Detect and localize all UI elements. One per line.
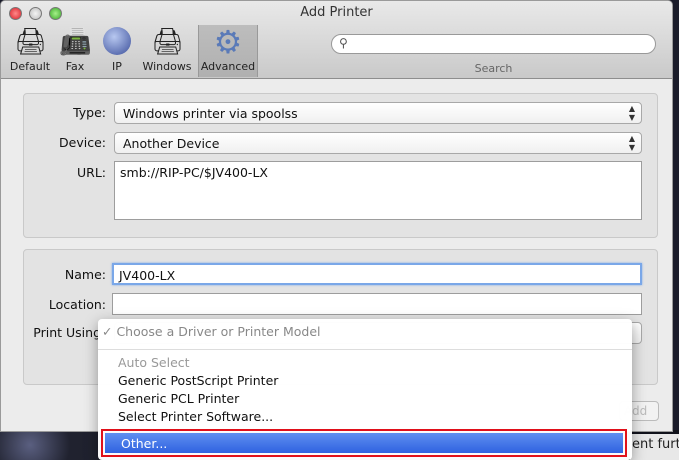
device-popup[interactable]: Another Device ▲ ▼ [114, 132, 642, 154]
print-using-menu: ✓ Choose a Driver or Printer Model Auto … [98, 319, 632, 460]
toolbar-fax[interactable]: 📠 Fax [57, 25, 93, 77]
toolbar-ip[interactable]: IP [99, 25, 135, 77]
type-popup[interactable]: Windows printer via spoolss ▲ ▼ [114, 102, 642, 124]
print-using-label: Print Using [33, 325, 101, 340]
menu-item-choose-driver[interactable]: ✓ Choose a Driver or Printer Model [102, 324, 321, 339]
search-icon: ⚲ [339, 36, 348, 50]
type-label: Type: [73, 105, 106, 120]
toolbar-default[interactable]: 🖨 Default [7, 25, 53, 77]
menu-item-generic-postscript[interactable]: Generic PostScript Printer [118, 373, 278, 388]
menu-item-select-software[interactable]: Select Printer Software... [118, 409, 273, 424]
location-label: Location: [48, 297, 106, 312]
search-input[interactable]: ⚲ [331, 34, 656, 54]
menu-item-auto-select: Auto Select [118, 355, 190, 370]
menu-item-generic-pcl[interactable]: Generic PCL Printer [118, 391, 239, 406]
url-field[interactable]: smb://RIP-PC/$JV400-LX [114, 161, 642, 220]
background-window-text: ent furth [630, 434, 679, 460]
windows-printer-icon: 🖨 [151, 27, 185, 57]
menu-separator [98, 349, 632, 350]
name-field[interactable]: JV400-LX [112, 263, 642, 285]
gear-icon: ⚙ [213, 23, 243, 61]
device-label: Device: [59, 135, 106, 150]
toolbar: Add Printer 🖨 Default 📠 Fax IP 🖨 Windows ⚙ A… [1, 1, 672, 79]
updown-arrow-icon: ▲ ▼ [628, 104, 635, 122]
menu-item-other[interactable]: Other... [105, 433, 623, 453]
name-label: Name: [64, 267, 106, 282]
fax-icon: 📠 [59, 27, 92, 57]
globe-icon [101, 27, 133, 57]
printer-magnifier-icon: 🖨 [14, 27, 48, 57]
window-title: Add Printer [300, 5, 373, 20]
url-label: URL: [76, 165, 106, 180]
toolbar-advanced[interactable]: ⚙ Advanced [198, 25, 258, 77]
annotation-highlight-box: Other... [101, 429, 627, 457]
updown-arrow-icon: ▲ ▼ [628, 134, 635, 152]
search-label: Search [474, 62, 513, 75]
location-field[interactable] [112, 293, 642, 315]
checkmark-icon: ✓ [102, 324, 117, 339]
toolbar-windows[interactable]: 🖨 Windows [141, 25, 193, 77]
